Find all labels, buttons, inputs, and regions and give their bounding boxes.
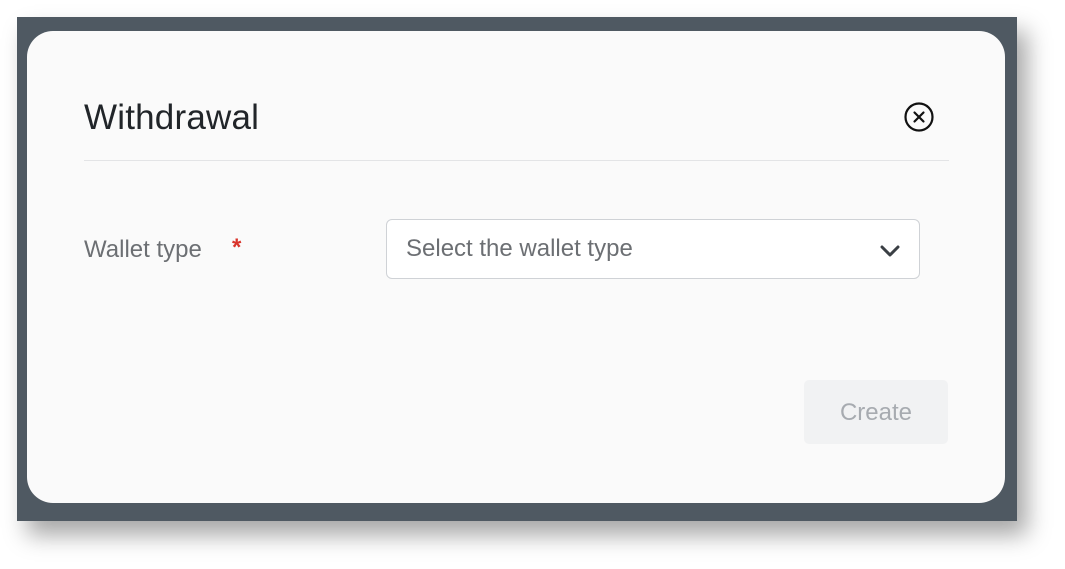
close-circle-icon [904, 102, 934, 132]
wallet-type-select[interactable]: Select the wallet type [386, 219, 920, 279]
required-indicator: * [232, 234, 242, 261]
create-button[interactable]: Create [804, 380, 948, 444]
withdrawal-dialog: Withdrawal Wallet type * Select the wall… [27, 31, 1005, 503]
wallet-type-placeholder: Select the wallet type [406, 235, 633, 262]
close-button[interactable] [904, 102, 934, 132]
header-divider [84, 160, 949, 161]
wallet-type-label: Wallet type [84, 236, 202, 263]
dialog-title: Withdrawal [84, 98, 260, 137]
chevron-down-icon [880, 245, 900, 257]
